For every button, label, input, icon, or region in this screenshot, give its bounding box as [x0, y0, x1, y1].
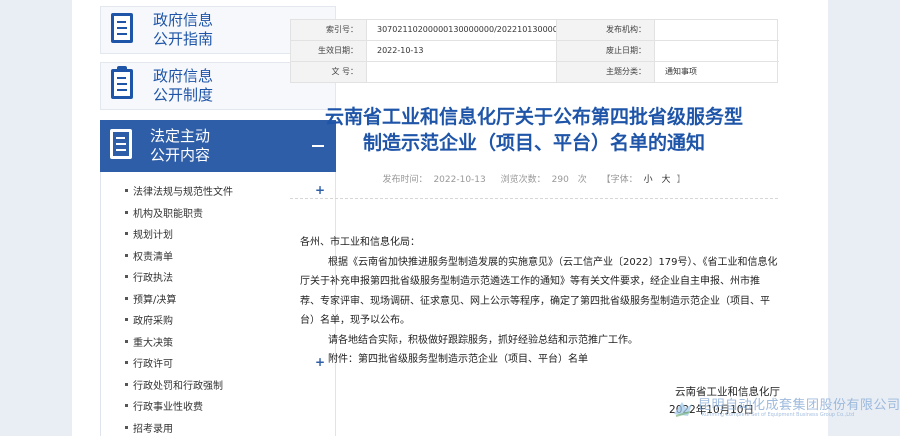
bullet-icon — [125, 382, 128, 386]
info-key: 索引号： — [291, 20, 367, 40]
bullet-icon — [125, 361, 128, 364]
greeting: 各州、市工业和信息化局： — [300, 237, 420, 248]
bullet-icon — [125, 296, 128, 300]
info-key: 废止日期： — [557, 41, 655, 61]
info-row: 文 号： 主题分类： 通知事项 — [291, 62, 779, 83]
document-list-icon — [108, 129, 138, 163]
info-key: 文 号： — [291, 62, 367, 82]
font-size-control: 【字体：小 大】 — [601, 175, 686, 185]
bullet-icon — [125, 339, 128, 343]
info-key: 生效日期： — [291, 41, 367, 61]
article-title: 云南省工业和信息化厅关于公布第四批省级服务型 制造示范企业（项目、平台）名单的通… — [324, 106, 743, 154]
info-value — [367, 62, 557, 82]
bullet-icon — [125, 232, 128, 235]
bullet-icon — [125, 210, 128, 214]
sidebar-card-label: 政府信息 公开制度 — [153, 67, 214, 104]
company-logo-icon — [674, 402, 692, 417]
sidebar-menu-label: 行政事业性收费 — [133, 402, 203, 413]
info-value: 30702110200000130000000/2022101300000488 — [367, 20, 557, 40]
info-key: 发布机构： — [557, 20, 655, 40]
divider — [290, 198, 778, 199]
article-meta: 发布时间： 2022-10-13 浏览次数： 290 次 【字体：小 大】 — [290, 172, 778, 188]
sidebar-menu-item[interactable]: 行政处罚和行政强制 — [101, 374, 337, 395]
view-count: 浏览次数： 290 次 — [500, 175, 587, 185]
sidebar-menu-label: 机构及职能职责 — [133, 208, 203, 220]
document-icon — [109, 13, 139, 47]
sidebar-menu-label: 预算/决算 — [133, 294, 177, 306]
attachment-link[interactable]: 附件：第四批省级服务型制造示范企业（项目、平台）名单 — [300, 350, 778, 370]
bullet-icon — [125, 189, 128, 192]
sidebar-menu-label: 行政许可 — [133, 359, 173, 370]
info-value: 2022-10-13 — [367, 41, 557, 61]
info-value — [655, 41, 779, 61]
font-small-button[interactable]: 小 — [644, 175, 653, 185]
sidebar-menu-label: 行政执法 — [133, 273, 173, 284]
bullet-icon — [125, 253, 128, 257]
sidebar-menu-item[interactable]: 行政事业性收费 — [101, 395, 337, 416]
watermark-subtext: Kunming Complete Set of Equipment Busine… — [702, 412, 855, 418]
sidebar-menu-item[interactable]: 招考录用 — [101, 417, 337, 436]
info-value — [655, 20, 779, 40]
clipboard-icon — [109, 66, 139, 103]
sidebar-menu-label: 权责清单 — [133, 251, 173, 263]
paragraph: 请各地结合实际，积极做好跟踪服务，抓好经验总结和示范推广工作。 — [328, 334, 638, 346]
bullet-icon — [125, 318, 128, 321]
sidebar-card-label: 政府信息 公开指南 — [153, 11, 214, 48]
info-key: 主题分类： — [557, 62, 655, 82]
sidebar-menu-label: 重大决策 — [133, 337, 173, 349]
sidebar-card-label: 法定主动 公开内容 — [150, 127, 211, 164]
sidebar-menu-label: 法律法规与规范性文件 — [133, 187, 233, 198]
info-row: 索引号： 30702110200000130000000/20221013000… — [291, 20, 779, 41]
article-body: 各州、市工业和信息化局： 根据《云南省加快推进服务型制造发展的实施意见》（云工信… — [300, 233, 778, 370]
font-large-button[interactable]: 大 — [662, 175, 671, 185]
publish-time: 发布时间： 2022-10-13 — [382, 175, 486, 185]
info-value: 通知事项 — [665, 67, 697, 76]
watermark: 昆明自动化成套集团股份有限公司 Kunming Complete Set of … — [672, 392, 900, 432]
sidebar-menu-label: 行政处罚和行政强制 — [133, 380, 223, 392]
sidebar-menu-item[interactable]: 机构及职能职责 — [101, 202, 337, 223]
bullet-icon — [125, 404, 128, 407]
sidebar-menu-label: 招考录用 — [133, 423, 173, 435]
paragraph: 根据《云南省加快推进服务型制造发展的实施意见》（云工信产业〔2022〕179号）… — [300, 256, 778, 327]
info-table: 索引号： 30702110200000130000000/20221013000… — [290, 19, 779, 83]
bullet-icon — [125, 275, 128, 278]
bullet-icon — [125, 425, 128, 429]
sidebar-menu-label: 政府采购 — [133, 316, 173, 327]
info-row: 生效日期： 2022-10-13 废止日期： — [291, 41, 779, 62]
sidebar-menu-label: 规划计划 — [133, 230, 173, 241]
watermark-text: 昆明自动化成套集团股份有限公司 — [698, 398, 900, 413]
